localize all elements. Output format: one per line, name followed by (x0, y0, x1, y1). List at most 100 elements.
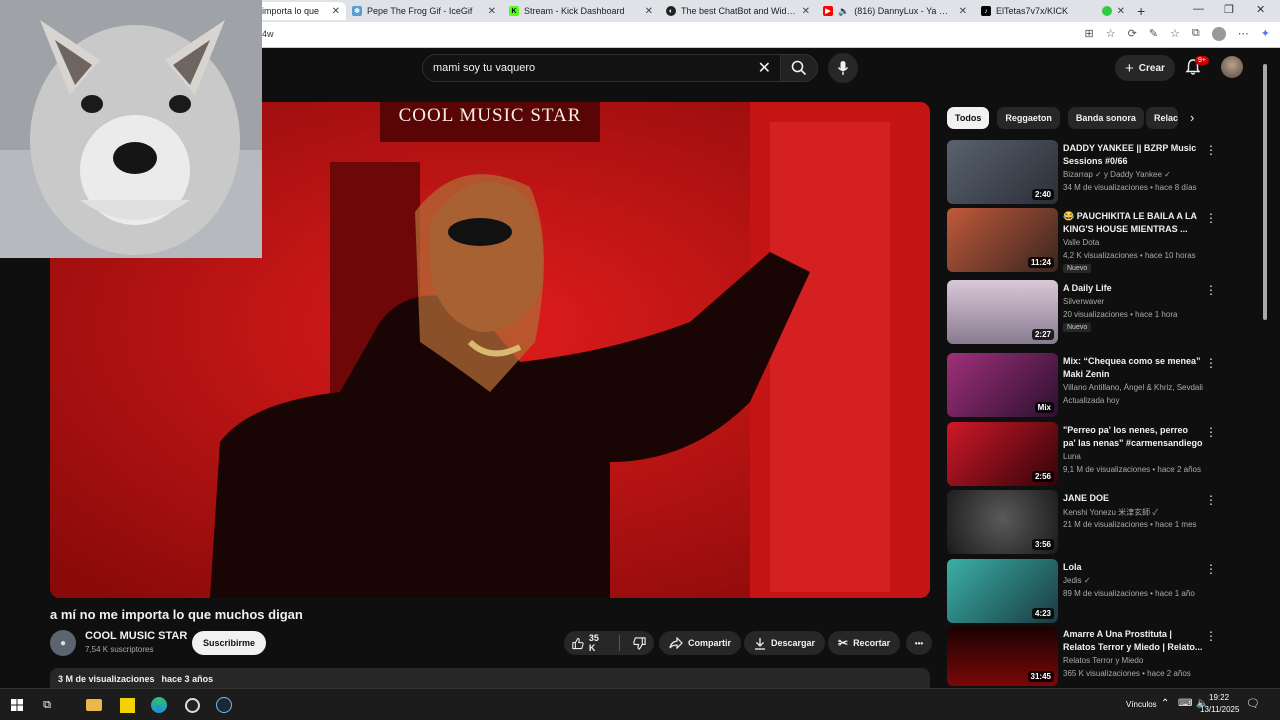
tab-close-icon[interactable]: ✕ (1117, 6, 1125, 17)
search-input[interactable] (433, 62, 752, 74)
rec-title[interactable]: JANE DOE (1063, 492, 1203, 505)
edge-browser-icon[interactable] (148, 694, 170, 716)
like-button[interactable]: 35 K (564, 631, 614, 655)
profile-avatar[interactable] (1211, 27, 1226, 41)
rec-title[interactable]: A Daily Life (1063, 282, 1203, 295)
notification-center-icon[interactable]: 🗨 (1246, 697, 1260, 710)
video-thumbnail[interactable]: 4:23 (947, 559, 1058, 623)
clip-button[interactable]: ✂ Recortar (828, 631, 901, 655)
share-button[interactable]: Compartir (659, 631, 742, 655)
rec-title[interactable]: DADDY YANKEE || BZRP Music Sessions #0/6… (1063, 142, 1203, 168)
kebab-menu-icon[interactable]: ⋮ (1205, 356, 1217, 370)
file-explorer-icon[interactable] (83, 694, 105, 716)
keyboard-icon[interactable]: ⌨ (1178, 698, 1192, 709)
tab-close-icon[interactable]: ✕ (645, 6, 653, 17)
kebab-menu-icon[interactable]: ⋮ (1205, 143, 1217, 157)
rec-title[interactable]: 😂 PAUCHIKITA LE BAILA A LA KING'S HOUSE … (1063, 210, 1203, 236)
task-view-icon[interactable]: ⧉ (36, 694, 58, 716)
chip-banda-sonora[interactable]: Banda sonora (1067, 107, 1144, 129)
rec-channel[interactable]: Luna (1063, 452, 1203, 461)
chip-relacionado[interactable]: Relacio (1146, 107, 1178, 129)
dislike-button[interactable] (625, 631, 654, 655)
tray-chevron-icon[interactable]: ⌃ (1161, 698, 1169, 709)
create-button[interactable]: + Crear (1115, 55, 1175, 81)
links-toolbar-label[interactable]: Vínculos (1126, 700, 1157, 709)
search-button[interactable] (780, 54, 818, 82)
copilot-icon[interactable]: ✦ (1261, 27, 1270, 41)
page-scrollbar[interactable] (1263, 64, 1267, 320)
obs-icon[interactable] (181, 694, 203, 716)
chip-reggaeton[interactable]: Reggaeton (997, 107, 1060, 129)
collections-icon[interactable]: ⧉ (1192, 27, 1200, 41)
clock-time[interactable]: 19:22 (1209, 693, 1229, 702)
mix-thumbnail[interactable]: Mix (947, 353, 1058, 417)
channel-name[interactable]: COOL MUSIC STAR (85, 630, 187, 642)
kebab-menu-icon[interactable]: ⋮ (1205, 425, 1217, 439)
recommendation-item[interactable]: 31:45 Amarre A Una Prostituta | Relatos … (947, 626, 1217, 686)
extensions-icon[interactable]: ⟳ (1128, 27, 1137, 41)
clock-date[interactable]: 13/11/2025 (1200, 705, 1239, 714)
clear-search-icon[interactable]: ✕ (758, 58, 771, 78)
rec-channel[interactable]: Relatos Terror y Miedo (1063, 656, 1203, 665)
tab-close-icon[interactable]: ✕ (488, 6, 496, 17)
recommendation-item[interactable]: 4:23 Lola Jedis ✓ 89 M de visualizacione… (947, 559, 1217, 623)
browser-tab-youtube[interactable]: importa lo que ✕ (256, 2, 346, 20)
video-thumbnail[interactable]: 31:45 (947, 626, 1058, 686)
video-thumbnail[interactable]: 11:24 (947, 208, 1058, 272)
voice-search-button[interactable] (828, 53, 858, 83)
rec-channel[interactable]: Kenshi Yonezu 米津玄師 ✓ (1063, 507, 1203, 518)
recommendation-item[interactable]: 2:27 A Daily Life Silverwaver 20 visuali… (947, 280, 1217, 344)
windows-start-icon[interactable] (6, 694, 28, 716)
rec-channel[interactable]: Valle Dota (1063, 238, 1203, 247)
browser-tab-dannylux[interactable]: ▶ 🔈 (816) DannyLux - Ya No Est ✕ (817, 2, 973, 20)
recommendation-item[interactable]: 2:40 DADDY YANKEE || BZRP Music Sessions… (947, 140, 1217, 204)
more-menu-icon[interactable]: ⋯ (1238, 27, 1249, 41)
rec-channel[interactable]: Jedis ✓ (1063, 576, 1203, 585)
browser-tab-kick-dashboard[interactable]: K Stream - Kick Dashboard ✕ (503, 2, 659, 20)
rec-title[interactable]: Lola (1063, 561, 1203, 574)
bookmark-star-icon[interactable]: ☆ (1106, 27, 1116, 41)
video-thumbnail[interactable]: 2:27 (947, 280, 1058, 344)
favorites-icon[interactable]: ☆ (1170, 27, 1180, 41)
recommendation-item[interactable]: 11:24 😂 PAUCHIKITA LE BAILA A LA KING'S … (947, 208, 1217, 273)
kebab-menu-icon[interactable]: ⋮ (1205, 283, 1217, 297)
maximize-button[interactable]: ❐ (1224, 3, 1234, 16)
browser-tab-chatbot[interactable]: ◐ The best ChatBot and Widgets fo ✕ (660, 2, 816, 20)
kebab-menu-icon[interactable]: ⋮ (1205, 629, 1217, 643)
recommendation-item[interactable]: Mix Mix: “Chequea como se menea” Maki Ze… (947, 353, 1217, 417)
speaker-icon[interactable]: 🔈 (838, 6, 849, 17)
video-thumbnail[interactable]: 2:40 (947, 140, 1058, 204)
chip-todos[interactable]: Todos (947, 107, 990, 129)
recommendation-item[interactable]: 3:56 JANE DOE Kenshi Yonezu 米津玄師 ✓ 21 M … (947, 490, 1217, 554)
channel-avatar[interactable]: ● (50, 630, 76, 656)
kebab-menu-icon[interactable]: ⋮ (1205, 493, 1217, 507)
chevron-right-icon[interactable]: › (1190, 110, 1194, 125)
rec-title[interactable]: Amarre A Una Prostituta | Relatos Terror… (1063, 628, 1203, 654)
video-thumbnail[interactable]: 2:56 (947, 422, 1058, 486)
rec-channel[interactable]: Villano Antillano, Ángel & Khriz, Sevdal… (1063, 383, 1203, 392)
tab-close-icon[interactable]: ✕ (959, 6, 967, 17)
rec-channel[interactable]: Bizarrap ✓ y Daddy Yankee ✓ (1063, 170, 1203, 179)
tab-close-icon[interactable]: ✕ (332, 6, 340, 17)
translate-icon[interactable]: ⊞ (1085, 27, 1094, 41)
video-thumbnail[interactable]: 3:56 (947, 490, 1058, 554)
rec-title[interactable]: Mix: “Chequea como se menea” Maki Zenin (1063, 355, 1203, 381)
browser-tab-kick-channel[interactable]: ♪ ElTetas7v7x/KICK ✕ (975, 2, 1131, 20)
tab-close-icon[interactable]: ✕ (802, 6, 810, 17)
puzzle-icon[interactable]: ✎ (1149, 27, 1158, 41)
rec-channel[interactable]: Silverwaver (1063, 297, 1203, 306)
kebab-menu-icon[interactable]: ⋮ (1205, 211, 1217, 225)
close-window-button[interactable]: ✕ (1256, 3, 1265, 16)
sticky-notes-icon[interactable] (116, 694, 138, 716)
download-button[interactable]: Descargar (744, 631, 826, 655)
account-avatar[interactable] (1221, 56, 1243, 78)
browser-tab-icegif[interactable]: ❄ Pepe The Frog Gif - IceGif ✕ (346, 2, 502, 20)
new-tab-button[interactable]: + (1137, 3, 1145, 19)
url-text[interactable]: 4w (262, 29, 274, 39)
minimize-button[interactable]: — (1193, 3, 1204, 15)
rec-title[interactable]: "Perreo pa' los nenes, perreo pa' las ne… (1063, 424, 1203, 450)
kebab-menu-icon[interactable]: ⋮ (1205, 562, 1217, 576)
more-actions-button[interactable]: ••• (906, 631, 932, 655)
recommendation-item[interactable]: 2:56 "Perreo pa' los nenes, perreo pa' l… (947, 422, 1217, 486)
steam-icon[interactable] (213, 694, 235, 716)
